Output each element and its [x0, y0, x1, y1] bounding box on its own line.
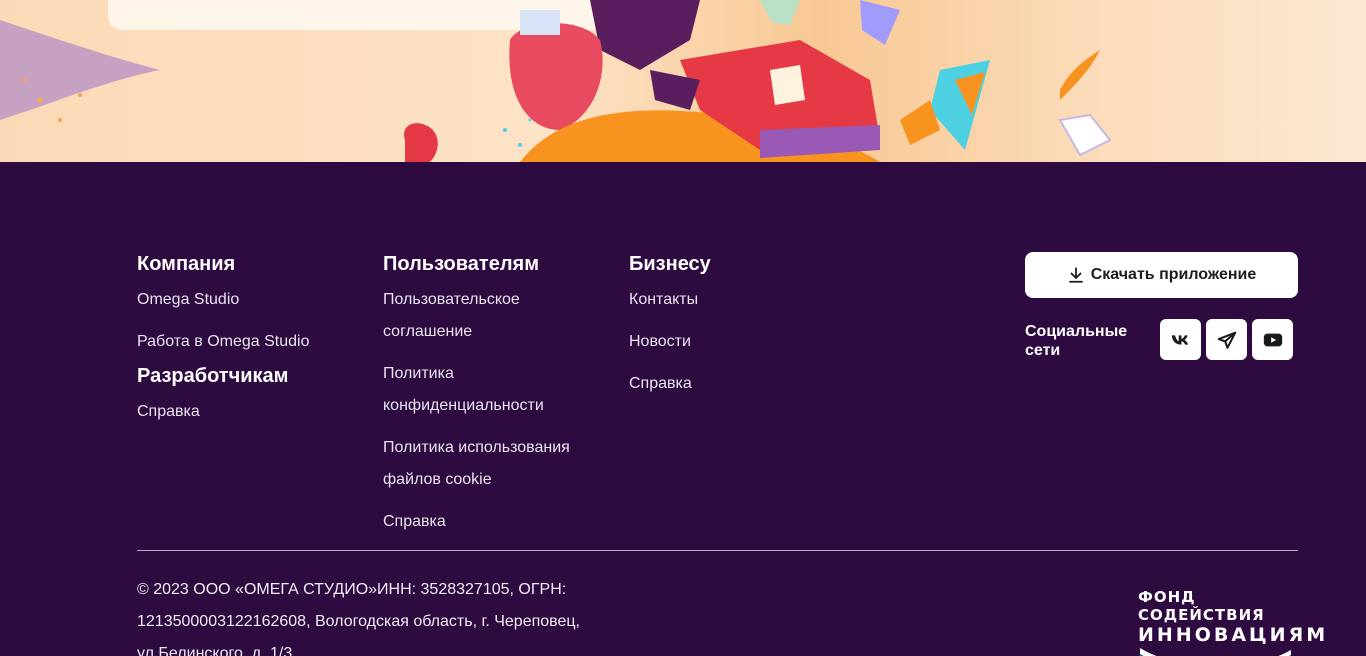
- company-title: Компания: [137, 253, 236, 275]
- telegram-icon[interactable]: [1206, 319, 1247, 360]
- company-column: Компания Omega Studio Работа в Omega Stu…: [137, 252, 309, 428]
- users-column: Пользователям Пользовательское соглашени…: [383, 252, 593, 538]
- hero-illustration: [0, 0, 1366, 162]
- link-contacts[interactable]: Контакты: [629, 284, 711, 316]
- copyright-text: © 2023 ООО «ОМЕГА СТУДИО»ИНН: 3528327105…: [137, 581, 580, 656]
- social-icons: [1160, 319, 1293, 360]
- link-privacy-policy[interactable]: Политика конфиденциальности: [383, 358, 593, 422]
- link-news[interactable]: Новости: [629, 326, 711, 358]
- business-column: Бизнесу Контакты Новости Справка: [629, 252, 711, 400]
- youtube-icon[interactable]: [1252, 319, 1293, 360]
- fund-logo-line2: ИННОВАЦИЯМ: [1138, 624, 1329, 646]
- link-cookie-policy[interactable]: Политика использования файлов cookie: [383, 432, 593, 496]
- footer-divider: [137, 550, 1298, 551]
- business-title: Бизнесу: [629, 253, 711, 275]
- site-footer: Компания Omega Studio Работа в Omega Stu…: [0, 162, 1366, 656]
- innovation-fund-logo[interactable]: ФОНД СОДЕЙСТВИЯ ИННОВАЦИЯМ: [1138, 588, 1329, 656]
- download-app-button[interactable]: Скачать приложение: [1025, 252, 1298, 298]
- link-users-help[interactable]: Справка: [383, 506, 593, 538]
- fund-logo-line1: ФОНД СОДЕЙСТВИЯ: [1138, 588, 1265, 624]
- link-careers[interactable]: Работа в Omega Studio: [137, 326, 309, 358]
- social-label: Социальные сети: [1025, 323, 1128, 359]
- link-business-help[interactable]: Справка: [629, 368, 711, 400]
- fund-logo-flag-swoosh: [1140, 648, 1291, 656]
- link-omega-studio[interactable]: Omega Studio: [137, 284, 309, 316]
- download-icon: [1068, 267, 1083, 283]
- link-developers-help[interactable]: Справка: [137, 396, 309, 428]
- hero-artwork: [0, 0, 1112, 162]
- vk-icon[interactable]: [1160, 319, 1201, 360]
- developers-title: Разработчикам: [137, 365, 289, 387]
- download-app-label: Скачать приложение: [1090, 266, 1257, 283]
- users-title: Пользователям: [383, 253, 539, 275]
- link-user-agreement[interactable]: Пользовательское соглашение: [383, 284, 593, 348]
